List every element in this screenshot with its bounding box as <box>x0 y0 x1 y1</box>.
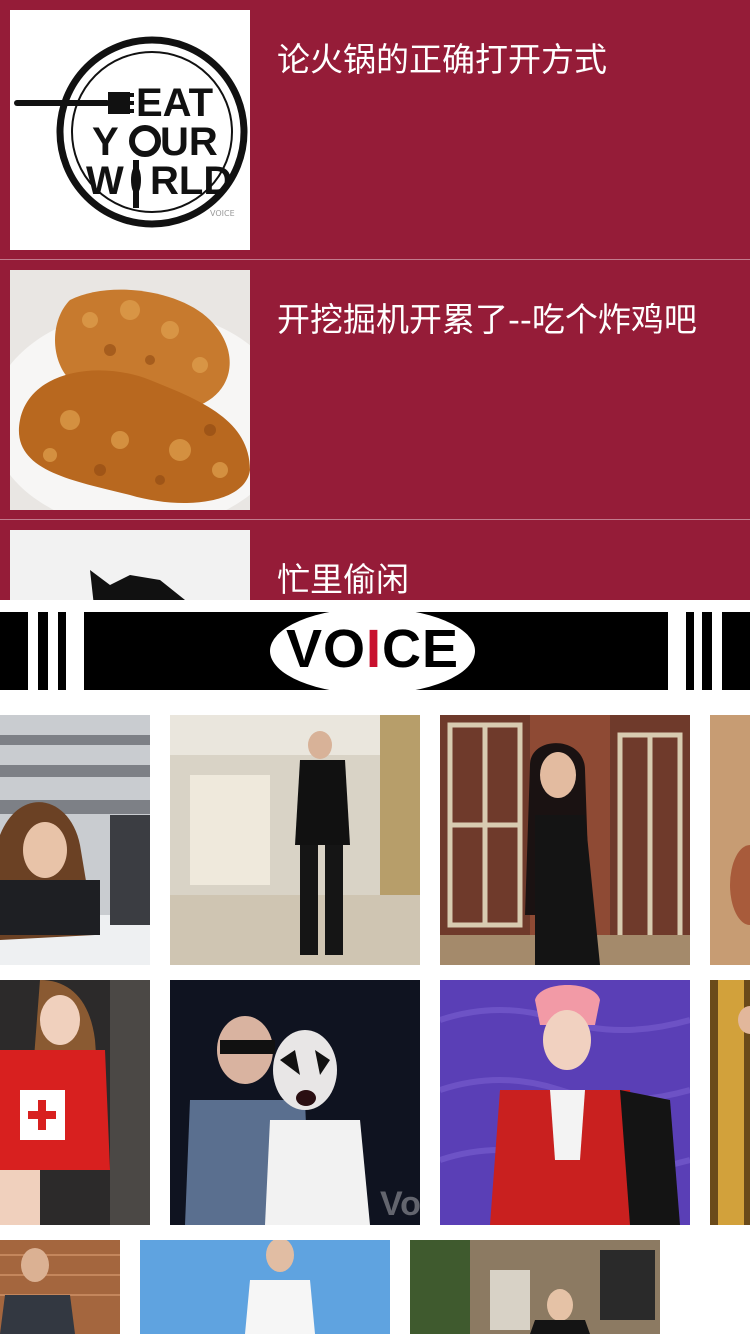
red-blazer-man-photo[interactable] <box>440 980 690 1225</box>
partial-photo[interactable] <box>710 715 750 965</box>
gold-pillar-photo[interactable] <box>710 980 750 1225</box>
svg-text:RLD: RLD <box>150 159 232 203</box>
window-girl-photo[interactable] <box>440 715 690 965</box>
article-title: 论火锅的正确打开方式 <box>277 40 607 79</box>
hallway-man-photo[interactable] <box>170 715 420 965</box>
article-title: 开挖掘机开累了--吃个炸鸡吧 <box>277 300 697 339</box>
article-item-hotpot[interactable]: EAT Y UR W RLD VOICE 论火锅的正确打开方式 <box>0 0 750 260</box>
svg-text:EAT: EAT <box>136 81 213 125</box>
sky-man-photo[interactable] <box>140 1240 390 1334</box>
article-item-leisure[interactable]: 忙里偷闲 <box>0 520 750 600</box>
nurse-costume-photo[interactable] <box>0 980 150 1225</box>
banner-stripe <box>722 612 750 690</box>
fried-chicken-photo-icon <box>10 270 250 510</box>
svg-text:UR: UR <box>160 120 218 164</box>
classroom-girl-photo[interactable] <box>0 715 150 965</box>
building-girl-photo[interactable] <box>410 1240 660 1334</box>
svg-text:Y: Y <box>92 120 119 164</box>
banner-stripe <box>58 612 66 690</box>
brick-wall-boy-photo[interactable] <box>0 1240 120 1334</box>
voice-logo: VOICE <box>285 619 460 679</box>
banner-stripe <box>686 612 694 690</box>
voice-banner: VOICE <box>0 600 750 700</box>
banner-stripe <box>0 612 28 690</box>
svg-text:VOICE: VOICE <box>210 209 235 218</box>
article-title: 忙里偷闲 <box>277 560 409 599</box>
article-item-fried-chicken[interactable]: 开挖掘机开累了--吃个炸鸡吧 <box>0 260 750 520</box>
halloween-party-photo[interactable]: Vo <box>170 980 420 1225</box>
silhouette-photo-icon <box>10 530 250 600</box>
svg-text:Vo: Vo <box>380 1185 420 1223</box>
article-list: EAT Y UR W RLD VOICE 论火锅的正确打开方式 开挖掘机开累了-… <box>0 0 750 600</box>
banner-stripe <box>702 612 712 690</box>
banner-stripe <box>38 612 48 690</box>
svg-text:W: W <box>86 159 124 203</box>
eat-your-world-logo-icon: EAT Y UR W RLD VOICE <box>10 10 250 250</box>
